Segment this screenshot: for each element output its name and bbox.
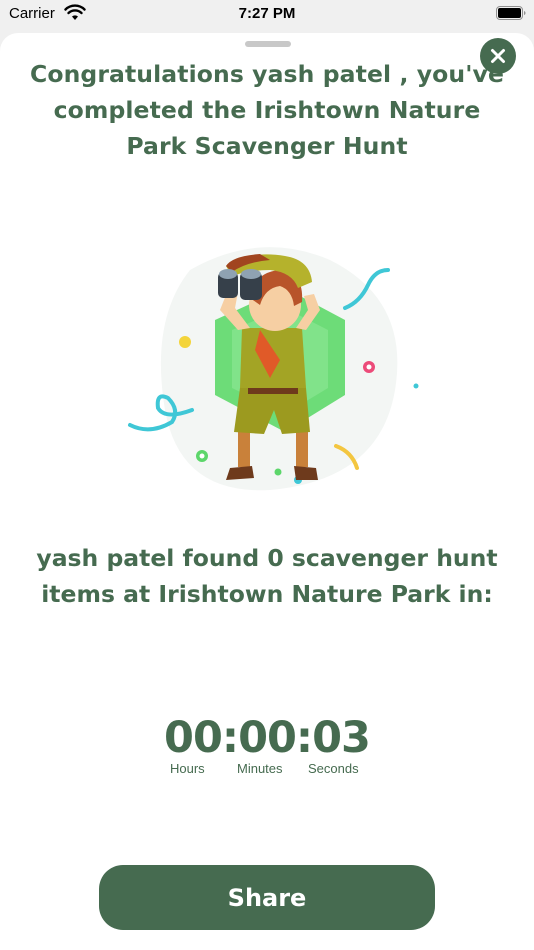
seconds-label: Seconds: [308, 761, 359, 776]
minutes-label: Minutes: [237, 761, 283, 776]
battery-icon: [496, 6, 526, 20]
sheet-grabber[interactable]: [245, 41, 291, 47]
explorer-with-binoculars-illustration: [128, 247, 419, 491]
status-bar: Carrier 7:27 PM: [0, 0, 534, 30]
found-items-summary: yash patel found 0 scavenger hunt items …: [36, 544, 498, 608]
timer-value: 00:00:03: [164, 713, 371, 763]
timer-units: Hours Minutes Seconds: [0, 761, 534, 779]
completion-headline: Congratulations yash patel , you've comp…: [29, 60, 505, 160]
share-button[interactable]: Share: [99, 865, 435, 930]
elapsed-timer: 00:00:03 Hours Minutes Seconds: [0, 715, 534, 779]
status-time: 7:27 PM: [238, 5, 296, 22]
hours-label: Hours: [170, 761, 205, 776]
